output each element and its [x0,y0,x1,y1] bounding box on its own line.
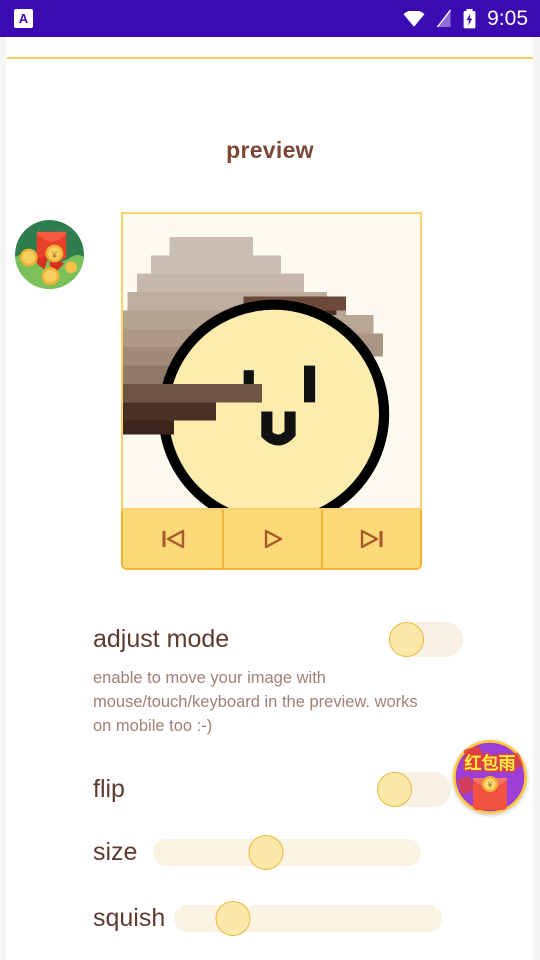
squish-label: squish [93,904,166,932]
status-bar-clock: 9:05 [487,6,528,30]
viewport-edge-left [0,37,6,960]
skip-back-icon [162,529,184,549]
page-content: preview adjust mode enable to move your … [7,59,533,960]
app-screen: A 9:05 preview adjust mode enable to mov… [0,0,540,960]
ad-bubble-redenvelope-left[interactable]: ¥ [15,220,84,289]
size-slider[interactable] [153,835,422,870]
flip-label: flip [93,775,125,803]
row-squish: squish [7,901,533,936]
preview-panel [121,212,422,570]
ad-bubble-redenvelope-right[interactable]: ¥ 红包雨 [453,740,527,814]
app-notification-letter: A [18,11,29,26]
skip-back-button[interactable] [123,510,222,568]
wifi-icon [403,10,425,27]
size-slider-thumb[interactable] [248,835,284,870]
status-bar: A 9:05 [0,0,540,37]
ad-bubble-right-text: 红包雨 [465,753,516,773]
play-button[interactable] [222,510,321,568]
page-body: preview adjust mode enable to move your … [0,37,540,960]
squish-slider-thumb[interactable] [215,901,251,936]
flip-toggle[interactable] [377,772,451,807]
preview-image[interactable] [123,214,420,508]
viewport-edge-right [533,37,540,960]
adjust-mode-label: adjust mode [93,625,230,653]
svg-text:¥: ¥ [487,781,493,790]
app-notification-icon: A [14,9,33,28]
signal-icon [437,9,452,28]
red-envelope-rain-icon: ¥ 红包雨 [453,740,527,814]
preview-canvas-frame[interactable] [121,212,422,510]
size-label: size [93,838,138,866]
row-adjust-mode: adjust mode [7,622,533,657]
play-icon [264,529,282,549]
squish-slider[interactable] [174,901,443,936]
status-bar-system-icons: 9:05 [403,8,528,30]
transport-controls [121,510,422,570]
adjust-mode-help-text: enable to move your image with mouse/tou… [93,669,418,735]
row-size: size [7,835,533,870]
page-title: preview [226,137,314,163]
status-bar-notifications: A [14,9,33,28]
svg-text:¥: ¥ [51,250,57,260]
skip-forward-button[interactable] [321,510,420,568]
red-envelope-coins-icon: ¥ [15,220,84,289]
adjust-mode-toggle[interactable] [389,622,463,657]
adjust-mode-toggle-knob[interactable] [389,622,424,657]
skip-forward-icon [360,529,382,549]
battery-charging-icon [463,8,476,28]
flip-toggle-knob[interactable] [377,772,412,807]
